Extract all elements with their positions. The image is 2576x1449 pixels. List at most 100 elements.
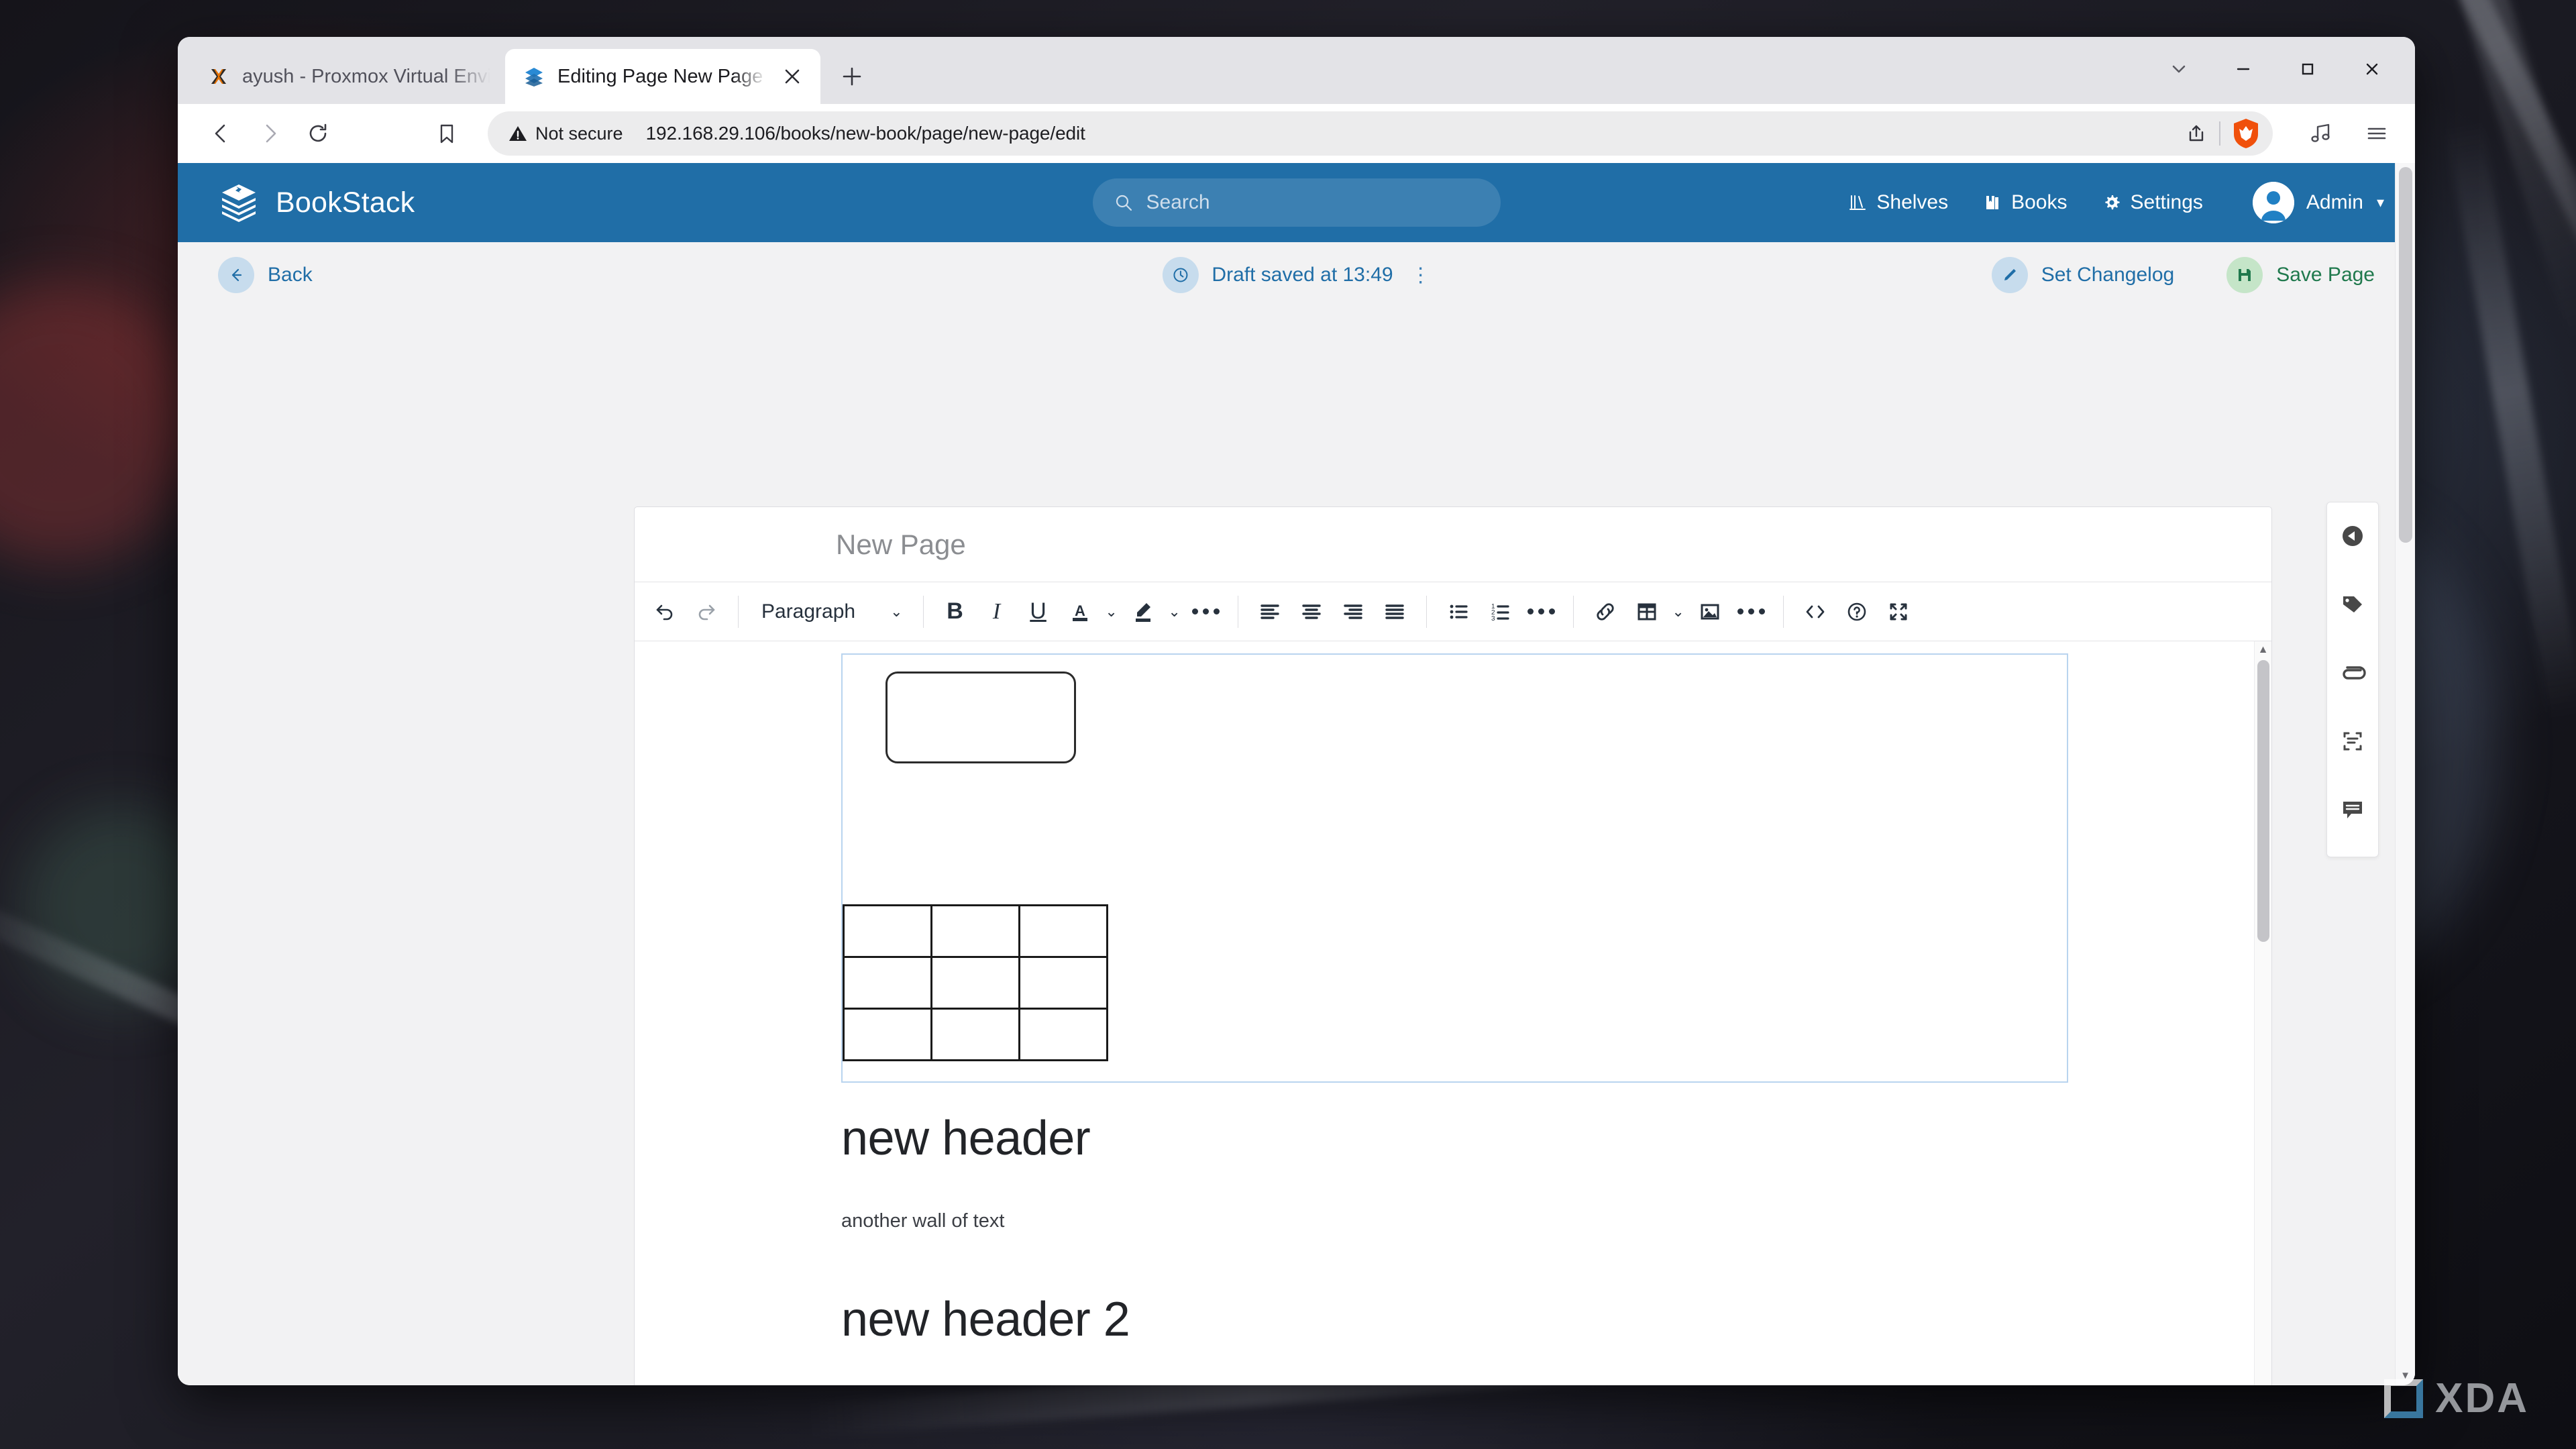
- table-row[interactable]: [843, 1008, 1108, 1061]
- comment-icon[interactable]: [2335, 792, 2370, 827]
- collapse-arrow-icon[interactable]: [2335, 519, 2370, 553]
- table-cell[interactable]: [930, 904, 1020, 958]
- template-icon[interactable]: [2335, 724, 2370, 759]
- maximize-button[interactable]: [2275, 46, 2340, 92]
- search-box[interactable]: [1092, 178, 1501, 227]
- close-button[interactable]: [2340, 46, 2404, 92]
- browser-tab-proxmox[interactable]: ayush - Proxmox Virtual Environment: [190, 49, 505, 104]
- text-color-icon[interactable]: A: [1059, 591, 1101, 633]
- rounded-rectangle-shape[interactable]: [885, 672, 1076, 763]
- table-cell[interactable]: [930, 956, 1020, 1010]
- divider: [1572, 595, 1574, 628]
- scroll-up-arrow-icon[interactable]: ▲: [2255, 641, 2271, 659]
- paperclip-icon[interactable]: [2335, 655, 2370, 690]
- back-arrow-icon[interactable]: [201, 113, 242, 154]
- chevron-down-icon: ⌄: [890, 602, 903, 620]
- bookstack-brand-label: BookStack: [276, 186, 415, 219]
- align-right-icon[interactable]: [1332, 591, 1374, 633]
- nav-item-label: Settings: [2130, 191, 2203, 213]
- search-input[interactable]: [1146, 191, 1479, 214]
- music-note-icon[interactable]: [2300, 113, 2341, 154]
- nav-item-books[interactable]: Books: [1983, 191, 2068, 214]
- table-row[interactable]: [843, 956, 1108, 1010]
- image-icon[interactable]: [1689, 591, 1731, 633]
- browser-tab-bookstack[interactable]: Editing Page New Page | BookStack: [505, 49, 820, 104]
- redo-icon[interactable]: [686, 591, 727, 633]
- books-icon: [1983, 193, 2002, 212]
- content-heading-2[interactable]: new header 2: [841, 1292, 1130, 1347]
- hamburger-menu-icon[interactable]: [2356, 113, 2398, 154]
- more-lists-ellipsis-icon[interactable]: [1521, 591, 1562, 633]
- table-cell[interactable]: [1018, 956, 1108, 1010]
- editor-toolbar: Paragraph ⌄ B I U A ⌄ ⌄ 1 2 3 ⌄: [635, 582, 2271, 641]
- floppy-disk-icon: [2226, 257, 2263, 293]
- reload-icon[interactable]: [297, 113, 339, 154]
- arrow-left-icon: [218, 257, 254, 293]
- draft-status: Draft saved at 13:49 ⋮: [1162, 257, 1431, 293]
- address-bar[interactable]: Not secure 192.168.29.106/books/new-book…: [488, 111, 2273, 156]
- content-table[interactable]: [843, 904, 1108, 1061]
- nav-item-settings[interactable]: Settings: [2102, 191, 2203, 214]
- content-paragraph-1[interactable]: another wall of text: [841, 1210, 1004, 1232]
- close-icon[interactable]: [779, 63, 806, 90]
- table-cell[interactable]: [843, 956, 932, 1010]
- selected-content-block[interactable]: [841, 653, 2068, 1083]
- bookmark-icon[interactable]: [426, 113, 468, 154]
- table-row[interactable]: [843, 904, 1108, 958]
- share-icon[interactable]: [2184, 121, 2208, 146]
- table-cell[interactable]: [843, 904, 932, 958]
- page-scrollbar-thumb[interactable]: [2399, 167, 2412, 543]
- table-icon[interactable]: [1626, 591, 1668, 633]
- table-cell[interactable]: [930, 1008, 1020, 1061]
- tag-icon[interactable]: [2335, 587, 2370, 622]
- back-button[interactable]: Back: [218, 257, 313, 293]
- editor-content-area[interactable]: new header another wall of text new head…: [635, 641, 2271, 1385]
- new-tab-button[interactable]: [831, 56, 873, 97]
- underline-button[interactable]: U: [1018, 591, 1059, 633]
- security-status[interactable]: Not secure: [508, 123, 623, 144]
- search-icon: [1114, 193, 1133, 212]
- bullet-list-icon[interactable]: [1438, 591, 1479, 633]
- set-changelog-button[interactable]: Set Changelog: [1991, 257, 2174, 293]
- user-menu[interactable]: Admin ▾: [2252, 182, 2384, 223]
- page-title-input[interactable]: [836, 528, 1841, 561]
- user-name: Admin: [2306, 191, 2363, 213]
- numbered-list-icon[interactable]: 1 2 3: [1479, 591, 1521, 633]
- source-code-icon[interactable]: [1794, 591, 1836, 633]
- brave-shield-icon[interactable]: [2231, 117, 2261, 150]
- nav-item-shelves[interactable]: Shelves: [1848, 191, 1948, 214]
- forward-arrow-icon[interactable]: [249, 113, 290, 154]
- italic-button[interactable]: I: [976, 591, 1018, 633]
- clock-icon: [1162, 257, 1199, 293]
- table-caret-icon[interactable]: ⌄: [1668, 591, 1689, 633]
- highlight-caret-icon[interactable]: ⌄: [1164, 591, 1185, 633]
- bookstack-brand[interactable]: BookStack: [218, 182, 415, 223]
- vertical-dots-icon[interactable]: ⋮: [1407, 264, 1431, 287]
- bold-button[interactable]: B: [934, 591, 976, 633]
- align-justify-icon[interactable]: [1374, 591, 1415, 633]
- table-cell[interactable]: [1018, 904, 1108, 958]
- minimize-button[interactable]: [2211, 46, 2275, 92]
- table-cell[interactable]: [843, 1008, 932, 1061]
- more-insert-ellipsis-icon[interactable]: [1731, 591, 1772, 633]
- tab-search-button[interactable]: [2147, 46, 2211, 92]
- editor-scrollbar[interactable]: ▲ ▼: [2254, 641, 2271, 1385]
- help-circle-icon[interactable]: [1836, 591, 1878, 633]
- undo-icon[interactable]: [644, 591, 686, 633]
- more-formatting-ellipsis-icon[interactable]: [1185, 591, 1227, 633]
- editor-sidebar-rail: [2326, 502, 2379, 857]
- browser-toolbar-right: [2289, 113, 2398, 154]
- window-controls: [2147, 46, 2404, 92]
- page-scrollbar[interactable]: ▲ ▼: [2395, 163, 2415, 1385]
- align-center-icon[interactable]: [1291, 591, 1332, 633]
- save-page-button[interactable]: Save Page: [2226, 257, 2375, 293]
- highlight-color-icon[interactable]: [1122, 591, 1164, 633]
- align-left-icon[interactable]: [1249, 591, 1291, 633]
- text-color-caret-icon[interactable]: ⌄: [1101, 591, 1122, 633]
- table-cell[interactable]: [1018, 1008, 1108, 1061]
- content-heading-1[interactable]: new header: [841, 1111, 1091, 1166]
- scrollbar-thumb[interactable]: [2257, 660, 2269, 942]
- link-icon[interactable]: [1585, 591, 1626, 633]
- fullscreen-icon[interactable]: [1878, 591, 1919, 633]
- block-format-select[interactable]: Paragraph ⌄: [749, 591, 912, 633]
